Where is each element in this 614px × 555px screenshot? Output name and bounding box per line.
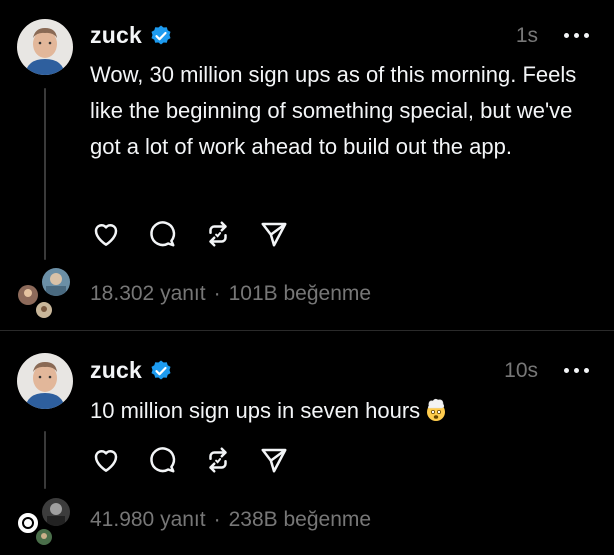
send-icon[interactable] xyxy=(258,218,290,250)
reply-avatar xyxy=(34,300,54,320)
post-time: 10s xyxy=(504,359,538,382)
avatar[interactable] xyxy=(17,19,73,75)
repost-icon[interactable] xyxy=(202,218,234,250)
separator: · xyxy=(213,508,221,531)
comment-icon[interactable] xyxy=(146,218,178,250)
comment-icon[interactable] xyxy=(146,444,178,476)
username[interactable]: zuck xyxy=(90,357,142,384)
reply-count[interactable]: 41.980 yanıt xyxy=(90,508,206,531)
thread-line xyxy=(44,88,46,260)
thread-post[interactable]: zuck 10s 10 million sign ups in seven ho… xyxy=(0,331,614,555)
thread-post[interactable]: zuck 1s Wow, 30 million sign ups as of t… xyxy=(0,0,614,330)
send-icon[interactable] xyxy=(258,444,290,476)
post-time: 1s xyxy=(515,24,538,47)
reply-avatar xyxy=(40,266,72,298)
thread-line xyxy=(44,431,46,489)
more-icon[interactable] xyxy=(564,33,589,38)
post-text: 10 million sign ups in seven hours xyxy=(90,393,600,429)
reply-avatar xyxy=(34,527,54,547)
exploding-head-emoji-icon xyxy=(424,397,448,421)
heart-icon[interactable] xyxy=(90,218,122,250)
verified-badge-icon xyxy=(149,24,173,48)
post-text-content: 10 million sign ups in seven hours xyxy=(90,398,421,423)
more-icon[interactable] xyxy=(564,368,589,373)
heart-icon[interactable] xyxy=(90,444,122,476)
verified-badge-icon xyxy=(149,359,173,383)
reply-avatar xyxy=(40,496,72,528)
repost-icon[interactable] xyxy=(202,444,234,476)
reply-count[interactable]: 18.302 yanıt xyxy=(90,282,206,305)
avatar[interactable] xyxy=(17,353,73,409)
like-count[interactable]: 238B beğenme xyxy=(229,508,371,531)
post-text: Wow, 30 million sign ups as of this morn… xyxy=(90,62,577,159)
username[interactable]: zuck xyxy=(90,22,142,49)
separator: · xyxy=(213,282,221,305)
like-count[interactable]: 101B beğenme xyxy=(229,282,371,305)
